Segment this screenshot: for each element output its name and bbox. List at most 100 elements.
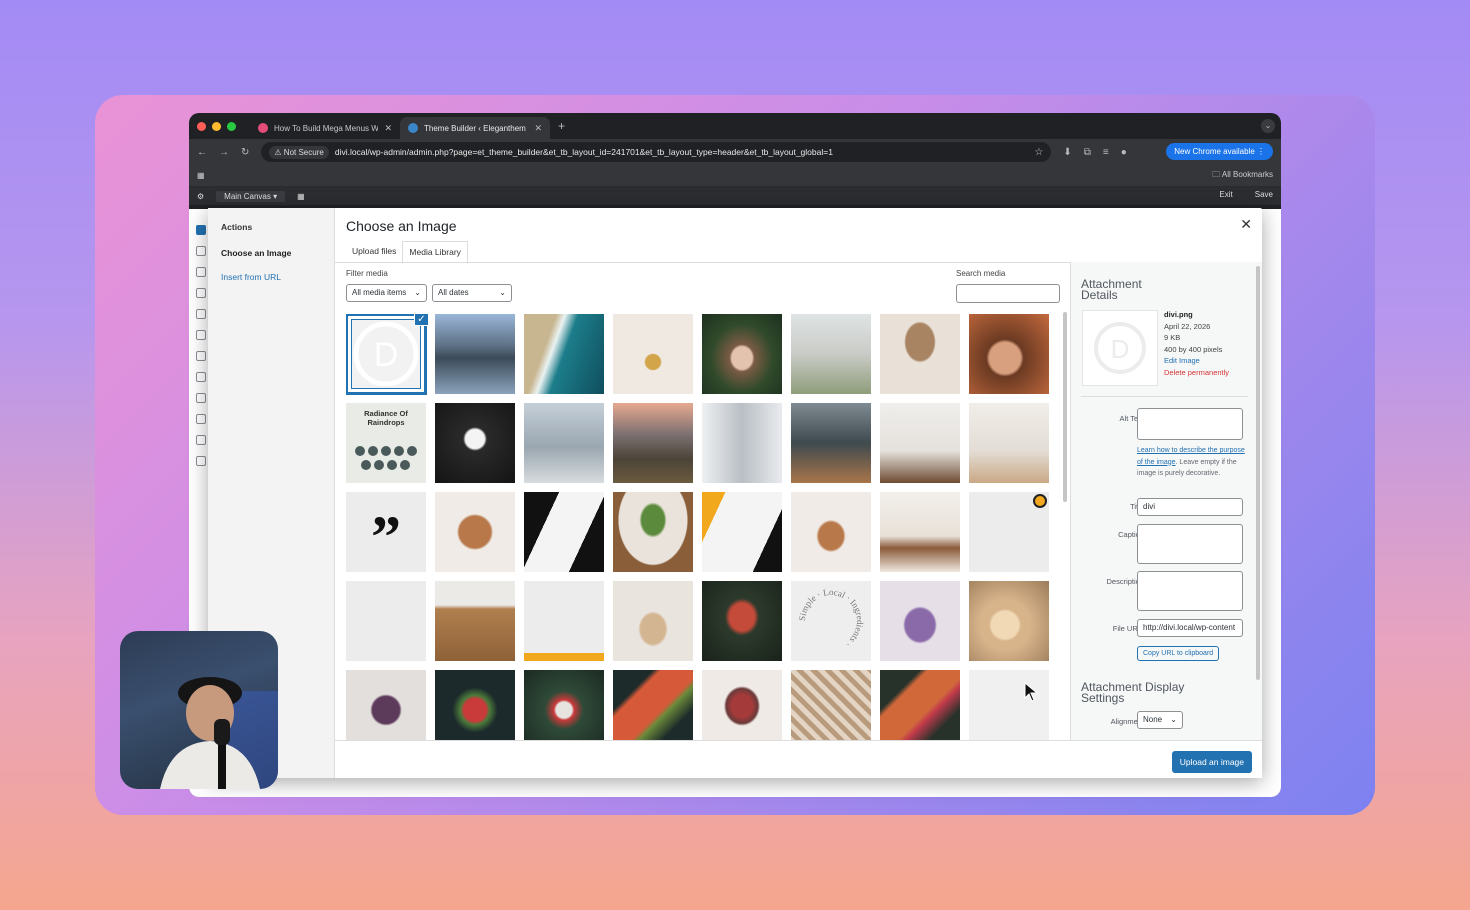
minimize-window-button[interactable] [212,121,221,131]
media-item-city-street[interactable] [524,403,604,483]
media-item-shape-orange[interactable] [702,492,782,572]
grid-scrollbar[interactable] [1063,312,1067,502]
media-item-dress[interactable] [791,314,871,394]
new-chrome-available-button[interactable]: New Chrome available ⋮ [1166,143,1273,160]
layout-alt-icon[interactable] [196,414,206,424]
media-item-quote-icon[interactable]: ” [346,492,426,572]
list-icon[interactable] [196,372,206,382]
delete-permanently-link[interactable]: Delete permanently [1164,367,1229,379]
media-item-hat[interactable] [880,314,960,394]
details-scrollbar[interactable] [1256,266,1260,680]
media-item-woman-hat[interactable] [969,314,1049,394]
media-item-kitchen[interactable] [791,403,871,483]
media-item-sideboard[interactable] [435,581,515,661]
pages-icon[interactable] [196,267,206,277]
menu-item-choose-image[interactable]: Choose an Image [221,248,321,258]
edit-image-link[interactable]: Edit Image [1164,355,1229,367]
browser-tab-1[interactable]: How To Build Mega Menus W ✕ [250,117,400,139]
comment-icon[interactable] [196,435,206,445]
forward-icon[interactable]: → [219,147,229,158]
tab-upload-files[interactable]: Upload files [346,241,402,264]
media-item-jewelry[interactable] [613,314,693,394]
close-tab-icon[interactable]: ✕ [384,123,392,134]
media-item-chair[interactable] [969,403,1049,483]
close-window-button[interactable] [197,121,206,131]
media-item-yogurt-bowl[interactable] [524,670,604,740]
media-item-blank-2[interactable] [524,581,604,661]
media-item-woman-portrait[interactable] [702,314,782,394]
media-item-blank-1[interactable] [346,581,426,661]
caption-field[interactable] [1137,524,1243,564]
media-item-skyscraper[interactable] [702,403,782,483]
search-media-input[interactable] [956,284,1060,303]
not-secure-badge[interactable]: ⚠ Not Secure [269,145,329,159]
copy-url-button[interactable]: Copy URL to clipboard [1137,646,1220,661]
profile-avatar-icon[interactable]: ● [1121,147,1127,158]
tab-media-library[interactable]: Media Library [402,241,468,264]
url-text[interactable]: divi.local/wp-admin/admin.php?page=et_th… [335,147,1029,157]
media-item-bowl-spread[interactable] [880,670,960,740]
alt-text-field[interactable] [1137,408,1243,440]
media-item-donuts[interactable] [791,670,871,740]
modal-close-icon[interactable]: ✕ [1240,216,1252,233]
upload-image-button[interactable]: Upload an image [1171,751,1252,773]
description-field[interactable] [1137,571,1243,611]
media-item-coffee-mug[interactable] [435,403,515,483]
media-item-shape-black[interactable] [524,492,604,572]
media-item-simple-local-ingredients[interactable]: Simple · Local · Ingredients · [791,581,871,661]
file-url-field[interactable]: http://divi.local/wp-content [1137,619,1243,637]
new-tab-button[interactable]: + [558,119,565,133]
media-item-purple-bowl[interactable] [346,670,426,740]
media-controls-icon[interactable]: ≡ [1103,147,1109,158]
save-button[interactable]: Save [1255,190,1273,199]
date-select[interactable]: All dates ⌄ [432,284,512,302]
settings-gear-icon[interactable]: ⚙ [197,192,204,201]
media-item-ice-cream[interactable] [969,581,1049,661]
menu-item-insert-from-url[interactable]: Insert from URL [221,272,321,282]
apps-grid-icon[interactable]: ▦ [197,171,205,180]
title-field[interactable]: divi [1137,498,1243,516]
reload-icon[interactable]: ↻ [241,147,249,158]
database-icon[interactable] [196,288,206,298]
bolt-icon[interactable] [196,351,206,361]
media-item-bedroom[interactable] [880,403,960,483]
extension-icon[interactable]: ⬇ [1063,147,1071,158]
media-item-blank-orange-dot[interactable] [969,492,1049,572]
media-item-chair-room[interactable] [791,492,871,572]
back-icon[interactable]: ← [197,147,207,158]
layers-grid-icon[interactable]: ▦ [297,192,305,201]
media-item-mountain-lake[interactable] [435,314,515,394]
media-item-beach-aerial[interactable] [524,314,604,394]
tools-icon[interactable] [196,456,206,466]
layout-icon[interactable] [196,393,206,403]
canvas-selector[interactable]: Main Canvas ▾ [216,190,286,202]
tab-search-icon[interactable]: ⌄ [1261,119,1275,133]
media-item-berry-bowl[interactable] [435,670,515,740]
media-item-plant[interactable] [613,492,693,572]
media-item-butterfly-chair[interactable] [435,492,515,572]
media-type-select[interactable]: All media items ⌄ [346,284,427,302]
media-item-sofa[interactable] [880,492,960,572]
media-item-book-cover[interactable]: Radiance Of Raindrops [346,403,426,483]
address-bar[interactable]: ⚠ Not Secure divi.local/wp-admin/admin.p… [261,142,1052,162]
bookmark-star-icon[interactable]: ☆ [1034,147,1043,158]
media-item-railway[interactable] [613,403,693,483]
media-item-chocolate-dessert[interactable] [702,670,782,740]
media-item-divi-logo[interactable]: D ✓ [346,314,429,395]
media-item-fruit-platter[interactable] [613,670,693,740]
maximize-window-button[interactable] [227,121,236,131]
media-icon[interactable] [196,309,206,319]
close-tab-icon[interactable]: ✕ [534,123,542,134]
all-bookmarks[interactable]: 🗀 All Bookmarks [1212,169,1273,183]
media-item-vase[interactable] [613,581,693,661]
selected-check-icon[interactable]: ✓ [414,314,429,326]
extensions-puzzle-icon[interactable]: ⧉ [1084,147,1091,158]
media-item-acai-bowl[interactable] [702,581,782,661]
exit-button[interactable]: Exit [1219,190,1232,199]
alignment-select[interactable]: None ⌄ [1137,711,1183,729]
layers-icon[interactable] [196,246,206,256]
add-module-icon[interactable] [196,225,206,235]
media-item-smoothie[interactable] [880,581,960,661]
browser-tab-2[interactable]: Theme Builder ‹ Eleganthem ✕ [400,117,550,139]
copy-icon[interactable] [196,330,206,340]
